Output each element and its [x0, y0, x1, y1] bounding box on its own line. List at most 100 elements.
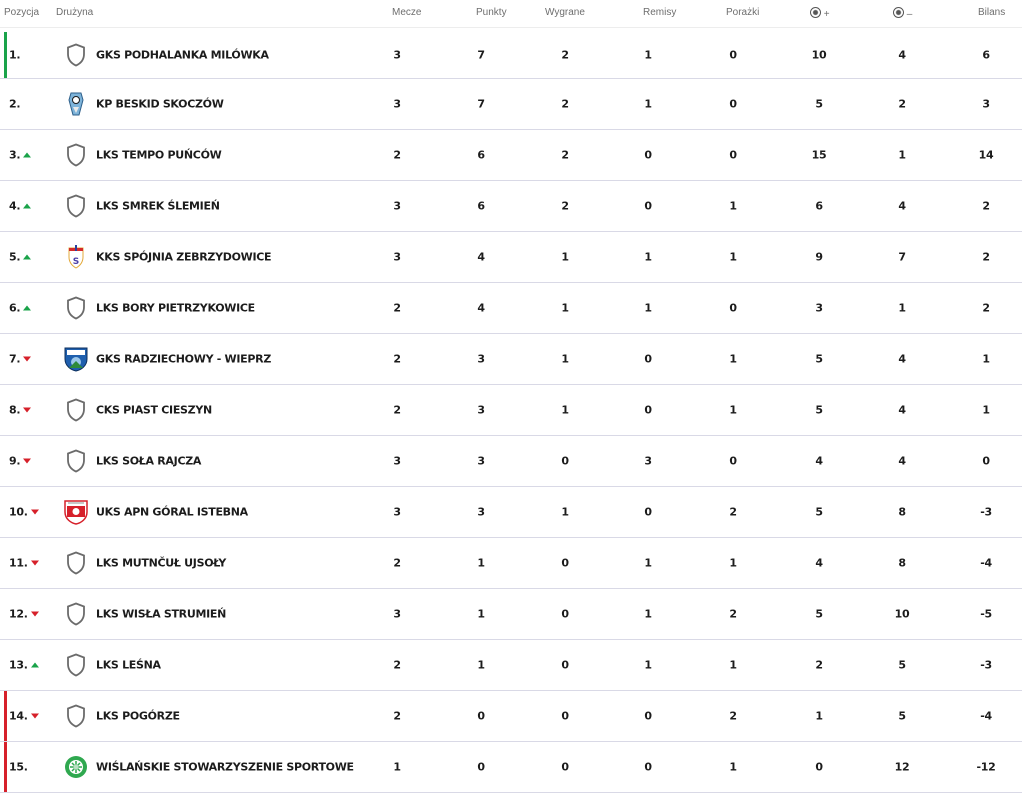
- losses-value: 0: [729, 97, 737, 111]
- draws-value: 0: [644, 148, 652, 162]
- table-row[interactable]: 4. LKS Smrek Ślemień 3 6 2 0 1 6 4 2: [0, 181, 1022, 232]
- team-name-link[interactable]: LKS Smrek Ślemień: [96, 200, 220, 213]
- wins-value: 1: [561, 505, 569, 519]
- table-row[interactable]: 13. LKS Leśna 2 1 0 1 1 2 5 -3: [0, 640, 1022, 691]
- balance-value: 3: [982, 97, 990, 111]
- matches-value: 2: [393, 556, 401, 570]
- table-row[interactable]: 1. GKS Podhalanka Milówka 3 7 2 1 0 10 4 6: [0, 32, 1022, 79]
- table-row[interactable]: 2. KP Beskid Skoczów 3 7 2 1 0 5 2 3: [0, 79, 1022, 130]
- team-name-link[interactable]: LKS Mutnčuł Ujsoły: [96, 557, 226, 570]
- points-value: 0: [477, 760, 485, 774]
- wins-value: 1: [561, 250, 569, 264]
- goals-against-value: 7: [898, 250, 906, 264]
- goals-against-value: 2: [898, 97, 906, 111]
- team-name-link[interactable]: KP Beskid Skoczów: [96, 98, 224, 111]
- table-row[interactable]: 11. LKS Mutnčuł Ujsoły 2 1 0 1 1 4 8 -4: [0, 538, 1022, 589]
- team-name-link[interactable]: LKS Tempo Puńców: [96, 149, 222, 162]
- row-position: 9.: [9, 454, 32, 468]
- position-number: 15.: [9, 760, 28, 774]
- losses-value: 0: [729, 454, 737, 468]
- matches-value: 3: [393, 454, 401, 468]
- trend-up-icon: [23, 254, 32, 260]
- table-row[interactable]: 6. LKS Bory Pietrzykowice 2 4 1 1 0 3 1 2: [0, 283, 1022, 334]
- table-row[interactable]: 9. LKS Soła Rajcza 3 3 0 3 0 4 4 0: [0, 436, 1022, 487]
- goals-for-value: 4: [815, 454, 823, 468]
- goals-for-value: 5: [815, 403, 823, 417]
- table-row[interactable]: 5. S KKS Spójnia Zebrzydowice 3 4 1 1 1 9 7 2: [0, 232, 1022, 283]
- team-crest: [64, 499, 88, 525]
- trend-up-icon: [23, 152, 32, 158]
- header-goals-for[interactable]: +: [810, 7, 830, 20]
- points-value: 4: [477, 250, 485, 264]
- wins-value: 0: [561, 607, 569, 621]
- draws-value: 0: [644, 403, 652, 417]
- matches-value: 2: [393, 148, 401, 162]
- header-wins[interactable]: Wygrane: [545, 7, 585, 18]
- row-position: 11.: [9, 557, 39, 570]
- team-name-link[interactable]: LKS Soła Rajcza: [96, 455, 201, 468]
- draws-value: 0: [644, 505, 652, 519]
- balance-value: 2: [982, 199, 990, 213]
- table-header: Pozycja Drużyna Mecze Punkty Wygrane Rem…: [0, 0, 1022, 28]
- team-name-link[interactable]: UKS APN Góral Istebna: [96, 506, 248, 519]
- header-team[interactable]: Drużyna: [56, 7, 93, 18]
- balance-value: -4: [980, 556, 992, 570]
- team-name-link[interactable]: Wiślańskie Stowarzyszenie Sportowe: [96, 761, 354, 774]
- table-row[interactable]: 8. CKS Piast Cieszyn 2 3 1 0 1 5 4 1: [0, 385, 1022, 436]
- shield-icon: [64, 295, 88, 321]
- wins-value: 1: [561, 301, 569, 315]
- position-number: 3.: [9, 148, 21, 162]
- promotion-zone-indicator: [4, 32, 7, 78]
- team-name-link[interactable]: GKS Podhalanka Milówka: [96, 49, 269, 62]
- balance-value: 14: [978, 148, 994, 162]
- matches-value: 2: [393, 352, 401, 366]
- goals-for-value: 3: [815, 301, 823, 315]
- team-name-link[interactable]: LKS Leśna: [96, 659, 161, 672]
- header-goals-against[interactable]: –: [893, 7, 912, 20]
- goals-for-value: 0: [815, 760, 823, 774]
- header-position[interactable]: Pozycja: [4, 7, 39, 18]
- position-number: 9.: [9, 454, 21, 468]
- header-draws[interactable]: Remisy: [643, 7, 676, 18]
- wins-value: 0: [561, 658, 569, 672]
- team-name-link[interactable]: LKS Bory Pietrzykowice: [96, 302, 255, 315]
- position-number: 8.: [9, 403, 21, 417]
- table-row[interactable]: 14. LKS Pogórze 2 0 0 0 2 1 5 -4: [0, 691, 1022, 742]
- draws-value: 1: [644, 250, 652, 264]
- matches-value: 1: [393, 760, 401, 774]
- shield-icon: [64, 703, 88, 729]
- table-row[interactable]: 15. Wiślańskie Stowarzyszenie Sportowe 1 0 0…: [0, 742, 1022, 793]
- losses-value: 1: [729, 658, 737, 672]
- team-name-link[interactable]: LKS Pogórze: [96, 710, 180, 723]
- trend-down-icon: [23, 407, 32, 413]
- wins-value: 2: [561, 97, 569, 111]
- table-row[interactable]: 7. GKS Radziechowy - Wieprz 2 3 1 0 1 5 4 1: [0, 334, 1022, 385]
- trend-up-icon: [23, 305, 32, 311]
- points-value: 6: [477, 148, 485, 162]
- header-balance[interactable]: Bilans: [978, 7, 1005, 18]
- header-matches[interactable]: Mecze: [392, 7, 421, 18]
- position-number: 7.: [9, 352, 21, 366]
- balance-value: -4: [980, 709, 992, 723]
- row-position: 3.: [9, 148, 32, 162]
- team-name-link[interactable]: GKS Radziechowy - Wieprz: [96, 353, 271, 366]
- balance-value: 2: [982, 250, 990, 264]
- row-position: 14.: [9, 710, 39, 723]
- table-row[interactable]: 3. LKS Tempo Puńców 2 6 2 0 0 15 1 14: [0, 130, 1022, 181]
- team-name-link[interactable]: KKS Spójnia Zebrzydowice: [96, 251, 272, 264]
- goals-for-sign: +: [823, 9, 830, 20]
- row-position: 4.: [9, 200, 32, 213]
- goals-for-value: 15: [811, 148, 827, 162]
- header-losses[interactable]: Porażki: [726, 7, 759, 18]
- matches-value: 3: [393, 97, 401, 111]
- header-points[interactable]: Punkty: [476, 7, 507, 18]
- table-row[interactable]: 12. LKS Wisła Strumień 3 1 0 1 2 5 10 -5: [0, 589, 1022, 640]
- table-row[interactable]: 10. UKS APN Góral Istebna 3 3 1 0 2 5 8 -3: [0, 487, 1022, 538]
- goals-against-value: 5: [898, 709, 906, 723]
- wins-value: 2: [561, 148, 569, 162]
- matches-value: 3: [393, 250, 401, 264]
- team-name-link[interactable]: LKS Wisła Strumień: [96, 608, 226, 621]
- team-name-link[interactable]: CKS Piast Cieszyn: [96, 404, 212, 417]
- position-number: 10.: [9, 505, 28, 519]
- goals-for-value: 5: [815, 505, 823, 519]
